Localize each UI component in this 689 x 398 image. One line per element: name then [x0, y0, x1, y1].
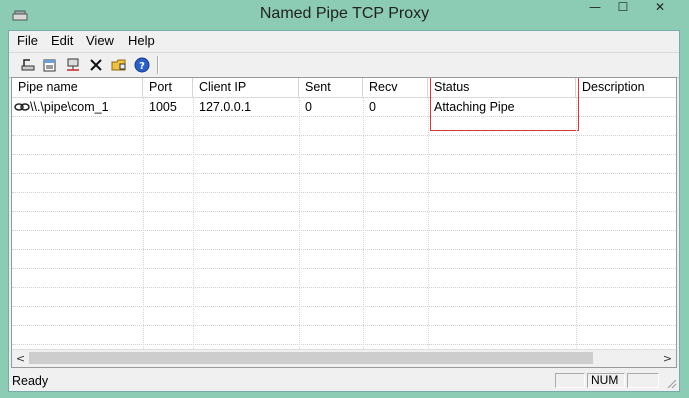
network-icon — [67, 58, 79, 71]
status-highlight-box — [430, 78, 579, 131]
column-header-sent[interactable]: Sent — [299, 78, 363, 97]
help-button[interactable]: ? — [132, 55, 152, 75]
menu-file[interactable]: File — [17, 33, 38, 48]
maximize-button[interactable]: ☐ — [608, 0, 638, 22]
menu-view[interactable]: View — [86, 33, 114, 48]
client-area: File Edit View Help ? Pipe name Port Cli… — [8, 30, 680, 392]
cell-port: 1005 — [149, 100, 177, 114]
network-button[interactable] — [63, 55, 83, 75]
title-bar[interactable]: Named Pipe TCP Proxy — ☐ ✕ — [0, 0, 689, 30]
close-button[interactable]: ✕ — [637, 0, 683, 22]
toolbar-separator — [157, 56, 159, 74]
column-divider — [299, 97, 300, 349]
menu-bar: File Edit View Help — [9, 31, 679, 51]
column-header-pipe-name[interactable]: Pipe name — [12, 78, 143, 97]
column-header-recv[interactable]: Recv — [363, 78, 428, 97]
horizontal-scrollbar[interactable]: < > — [12, 349, 676, 367]
help-icon: ? — [134, 57, 150, 73]
cell-sent: 0 — [305, 100, 312, 114]
menu-edit[interactable]: Edit — [51, 33, 73, 48]
cell-client-ip: 127.0.0.1 — [199, 100, 252, 114]
svg-text:?: ? — [139, 61, 145, 72]
menu-help[interactable]: Help — [128, 33, 155, 48]
status-pane-scrl — [627, 373, 659, 388]
scroll-left-button[interactable]: < — [12, 350, 29, 367]
resize-grip-icon[interactable] — [665, 377, 677, 389]
column-header-port[interactable]: Port — [143, 78, 193, 97]
status-text: Ready — [12, 374, 49, 388]
cell-description — [576, 98, 676, 116]
cell-pipe-name: \\.\pipe\com_1 — [30, 100, 109, 114]
column-divider — [193, 97, 194, 349]
column-divider — [428, 97, 429, 349]
column-divider — [143, 97, 144, 349]
status-bar: Ready NUM — [9, 371, 679, 391]
properties-button[interactable] — [40, 55, 60, 75]
add-pipe-icon — [21, 59, 35, 71]
column-header-description[interactable]: Description — [576, 78, 676, 97]
pipe-list[interactable]: Pipe name Port Client IP Sent Recv Statu… — [11, 77, 677, 368]
delete-button[interactable] — [86, 55, 106, 75]
scroll-right-button[interactable]: > — [659, 350, 676, 367]
properties-icon — [43, 59, 56, 72]
column-header-client-ip[interactable]: Client IP — [193, 78, 299, 97]
folder-settings-icon — [111, 59, 126, 71]
status-pane-num: NUM — [587, 373, 625, 388]
scroll-thumb[interactable] — [29, 352, 593, 364]
app-window: Named Pipe TCP Proxy — ☐ ✕ File Edit Vie… — [0, 0, 689, 398]
column-divider — [576, 97, 577, 349]
toolbar: ? — [9, 52, 679, 78]
add-pipe-button[interactable] — [18, 55, 38, 75]
cell-recv: 0 — [369, 100, 376, 114]
column-divider — [363, 97, 364, 349]
status-pane-caps — [555, 373, 585, 388]
minimize-button[interactable]: — — [580, 0, 610, 22]
delete-icon — [90, 59, 102, 71]
folder-settings-button[interactable] — [109, 55, 129, 75]
